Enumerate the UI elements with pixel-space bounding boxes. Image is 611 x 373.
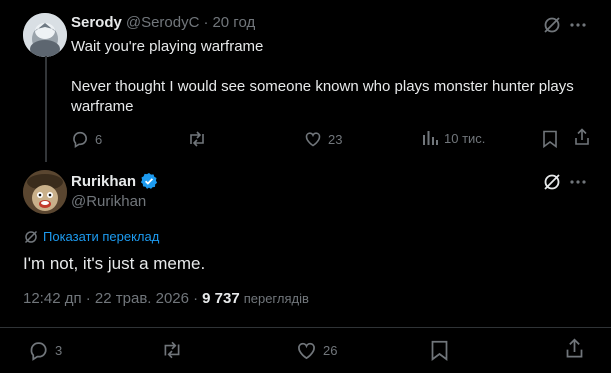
retweet-icon [187,130,207,148]
main-grok-icon[interactable] [543,173,561,191]
reply-separator: · [203,14,209,31]
translate-label: Показати переклад [43,229,160,244]
reply-like-button[interactable]: 23 [304,130,342,148]
reply-reply-button[interactable]: 6 [71,130,102,148]
reply-header: Serody @SerodyC · 20 год [71,14,255,31]
translate-icon [24,230,38,244]
translate-link[interactable]: Показати переклад [24,229,159,244]
reply-text-line2: Never thought I would see someone known … [71,78,574,115]
main-name-row: Rurikhan [71,172,158,190]
main-like-button[interactable]: 26 [296,340,337,361]
thread-line [45,56,47,162]
reply-icon [71,130,89,148]
main-views-label: переглядів [243,291,309,306]
main-display-name[interactable]: Rurikhan [71,173,136,190]
reply-like-count: 23 [328,131,343,147]
views-chart-icon [422,130,438,146]
reply-time[interactable]: 20 год [212,14,255,31]
avatar-serody[interactable] [23,13,67,57]
main-heart-icon [296,340,317,361]
main-bookmark-icon[interactable] [430,340,449,361]
main-reply-button[interactable]: 3 [28,340,62,361]
verified-badge-icon[interactable] [140,172,158,190]
main-views-count[interactable]: 9 737 [202,290,240,307]
main-more-options-icon[interactable] [570,180,586,184]
reply-bookmark-icon[interactable] [542,130,558,148]
reply-share-icon[interactable] [574,128,590,146]
main-reply-icon [28,340,49,361]
more-options-icon[interactable] [570,23,586,27]
main-like-count: 26 [323,343,338,358]
reply-text-line1: Wait you're playing warframe [71,38,264,55]
reply-display-name[interactable]: Serody [71,14,122,31]
reply-views-count: 10 тис. [444,130,486,146]
heart-icon [304,130,322,148]
grok-icon[interactable] [543,16,561,34]
reply-retweet-button[interactable] [187,130,207,148]
main-share-icon[interactable] [565,338,584,359]
reply-views-button[interactable]: 10 тис. [422,130,485,146]
main-retweet-icon[interactable] [161,340,183,360]
main-meta-row: 12:42 дп · 22 трав. 2026 · 9 737 перегля… [23,290,309,307]
main-timestamp[interactable]: 12:42 дп · 22 трав. 2026 · [23,290,198,307]
avatar-rurikhan[interactable] [23,170,67,214]
reply-reply-count: 6 [95,131,103,147]
reply-handle[interactable]: @SerodyC [126,14,200,31]
main-reply-count: 3 [55,343,63,358]
divider [0,327,611,328]
main-handle[interactable]: @Rurikhan [71,193,146,210]
main-tweet-text: I'm not, it's just a meme. [23,254,206,273]
